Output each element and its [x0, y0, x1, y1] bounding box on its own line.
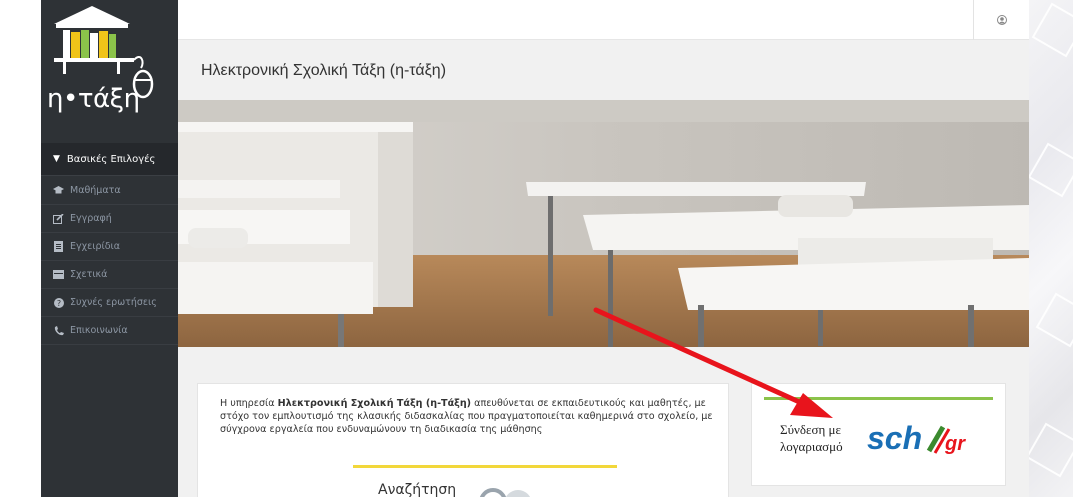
logo-text: η•τάξη — [47, 84, 140, 114]
sidebar-item-register[interactable]: Εγγραφή — [41, 205, 178, 233]
chevron-down-icon: ▼ — [53, 154, 60, 164]
sidebar-item-label: Επικοινωνία — [70, 325, 128, 336]
edit-icon — [53, 213, 64, 224]
document-icon — [53, 241, 64, 252]
sidebar-item-manuals[interactable]: Εγχειρίδια — [41, 233, 178, 261]
sidebar-section-header[interactable]: ▼ Βασικές Επιλογές — [41, 143, 178, 176]
page-edge-right — [1025, 0, 1073, 497]
sidebar-item-courses[interactable]: Μαθήματα — [41, 177, 178, 205]
intro-text-bold: Ηλεκτρονική Σχολική Τάξη (η-Τάξη) — [277, 398, 472, 409]
graduation-cap-icon — [53, 185, 64, 196]
svg-text:?: ? — [56, 299, 60, 308]
search-graphic-icon — [479, 488, 531, 497]
main-content: Ηλεκτρονική Σχολική Τάξη (η-τάξη) Η υπηρ… — [178, 40, 1029, 497]
intro-card: Η υπηρεσία Ηλεκτρονική Σχολική Τάξη (η-Τ… — [197, 383, 729, 497]
page-title: Ηλεκτρονική Σχολική Τάξη (η-τάξη) — [201, 62, 447, 79]
sidebar-item-faq[interactable]: ? Συχνές ερωτήσεις — [41, 289, 178, 317]
search-label[interactable]: Αναζήτηση — [378, 482, 456, 497]
sidebar-section-label: Βασικές Επιλογές — [66, 153, 156, 165]
sidebar-item-label: Σχετικά — [70, 269, 108, 280]
green-divider — [764, 397, 993, 400]
question-circle-icon: ? — [53, 297, 64, 308]
card-icon — [53, 269, 64, 280]
intro-text: Η υπηρεσία Ηλεκτρονική Σχολική Τάξη (η-Τ… — [220, 398, 713, 436]
login-label[interactable]: Σύνδεση με λογαριασμό — [780, 421, 860, 455]
sidebar-item-label: Εγγραφή — [70, 213, 112, 224]
page-edge-left — [0, 0, 41, 497]
sidebar-item-contact[interactable]: Επικοινωνία — [41, 317, 178, 345]
sidebar-item-about[interactable]: Σχετικά — [41, 261, 178, 289]
user-menu-button[interactable] — [973, 0, 1029, 40]
user-icon — [996, 15, 1007, 25]
sidebar-item-label: Εγχειρίδια — [70, 241, 120, 252]
bookshelf-logo-icon — [54, 6, 154, 99]
svg-text:gr: gr — [944, 433, 966, 455]
svg-text:sch: sch — [867, 420, 922, 456]
sidebar-item-label: Συχνές ερωτήσεις — [70, 297, 157, 308]
app-logo[interactable]: η•τάξη — [41, 0, 178, 140]
yellow-divider — [353, 465, 617, 468]
sidebar-nav: Μαθήματα Εγγραφή Εγχειρίδια Σχετικά ? Συ… — [41, 177, 178, 345]
phone-icon — [53, 325, 64, 336]
sidebar-item-label: Μαθήματα — [70, 185, 121, 196]
sidebar: η•τάξη ▼ Βασικές Επιλογές Μαθήματα Εγγρα… — [41, 0, 178, 497]
sch-gr-logo-icon[interactable]: sch gr — [867, 419, 977, 459]
top-bar — [178, 0, 1029, 40]
hero-classroom-image — [178, 100, 1029, 347]
login-card[interactable]: Σύνδεση με λογαριασμό sch gr — [751, 383, 1006, 486]
